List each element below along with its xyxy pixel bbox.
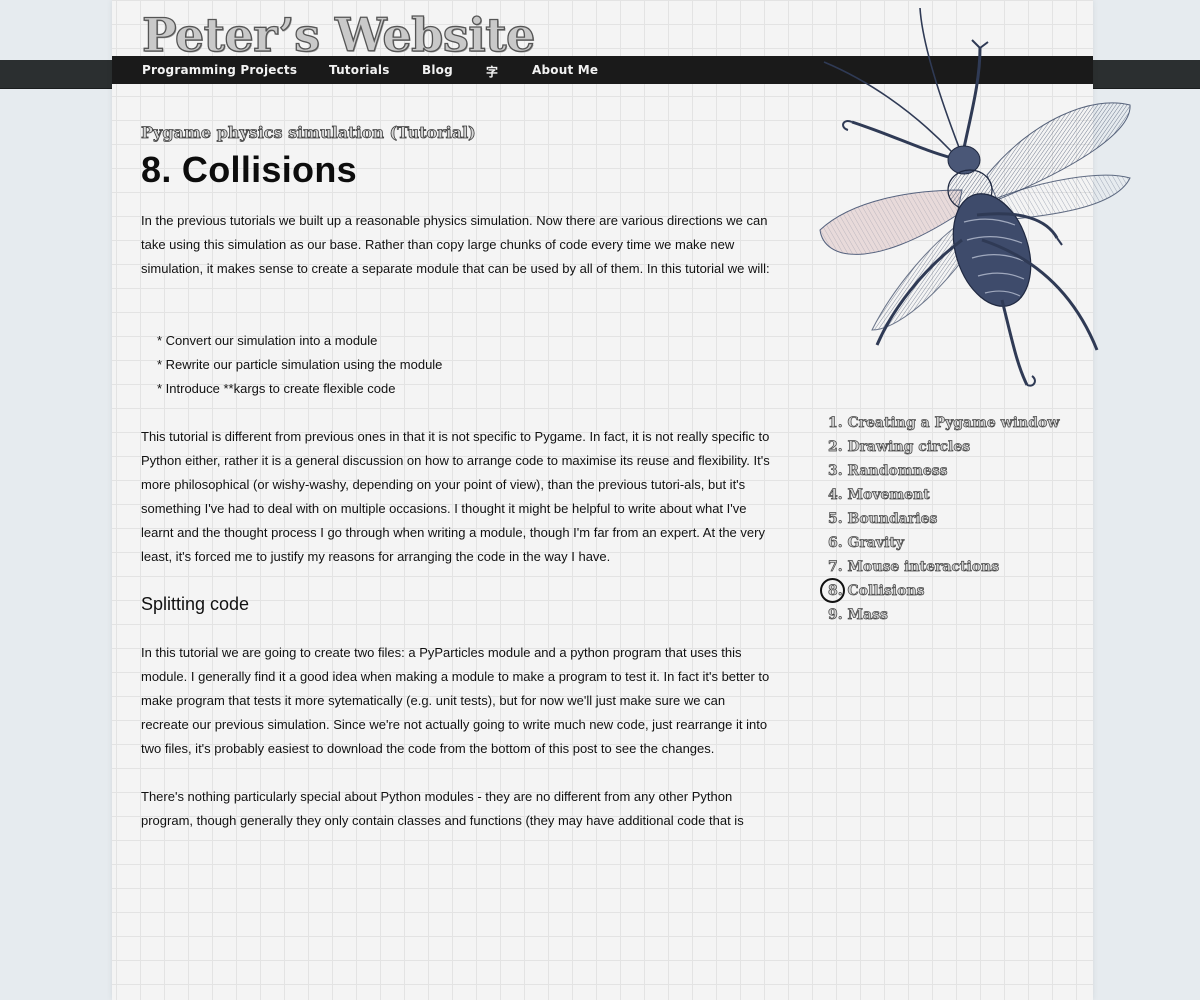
toc-item-1[interactable]: 1. Creating a Pygame window xyxy=(828,411,1060,435)
nav-chinese[interactable]: 字 xyxy=(486,63,498,80)
toc-item-9[interactable]: 9. Mass xyxy=(828,603,1059,627)
paragraph-modules: There's nothing particularly special abo… xyxy=(141,789,744,828)
bullet-item: * Rewrite our particle simulation using … xyxy=(157,357,443,372)
nav-about-me[interactable]: About Me xyxy=(532,63,598,77)
toc-item-3[interactable]: 3. Randomness xyxy=(828,459,1059,483)
toc-item-7[interactable]: 7. Mouse interactions xyxy=(828,555,1059,579)
page-container: Peter’s Website Programming Projects Tut… xyxy=(112,0,1131,1000)
bullet-list: * Convert our simulation into a module *… xyxy=(157,329,442,401)
intro-paragraph: In the previous tutorials we built up a … xyxy=(141,213,770,276)
series-title[interactable]: Pygame physics simulation (Tutorial) xyxy=(141,120,771,146)
bullet-item: * Convert our simulation into a module xyxy=(157,333,378,348)
nav-programming-projects[interactable]: Programming Projects xyxy=(142,63,297,77)
paragraph-splitting: In this tutorial we are going to create … xyxy=(141,645,770,756)
insect-illustration xyxy=(819,7,1131,387)
tutorial-toc: 1. Creating a Pygame window 2. Drawing c… xyxy=(820,411,1060,627)
bullet-item: * Introduce **kargs to create flexible c… xyxy=(157,381,396,396)
nav-tutorials[interactable]: Tutorials xyxy=(329,63,390,77)
toc-item-6[interactable]: 6. Gravity xyxy=(828,531,1059,555)
nav-blog[interactable]: Blog xyxy=(422,63,453,77)
current-item-circle xyxy=(820,578,845,603)
article: Pygame physics simulation (Tutorial) 8. … xyxy=(141,120,771,828)
toc-item-2[interactable]: 2. Drawing circles xyxy=(828,435,1059,459)
toc-item-4[interactable]: 4. Movement xyxy=(828,483,1059,507)
section-heading: Splitting code xyxy=(141,594,250,614)
paragraph-philosophy: This tutorial is different from previous… xyxy=(141,429,770,564)
toc-item-5[interactable]: 5. Boundaries xyxy=(828,507,1059,531)
toc-item-8-current[interactable]: 8. Collisions xyxy=(820,578,1059,603)
post-title: 8. Collisions xyxy=(141,149,357,190)
